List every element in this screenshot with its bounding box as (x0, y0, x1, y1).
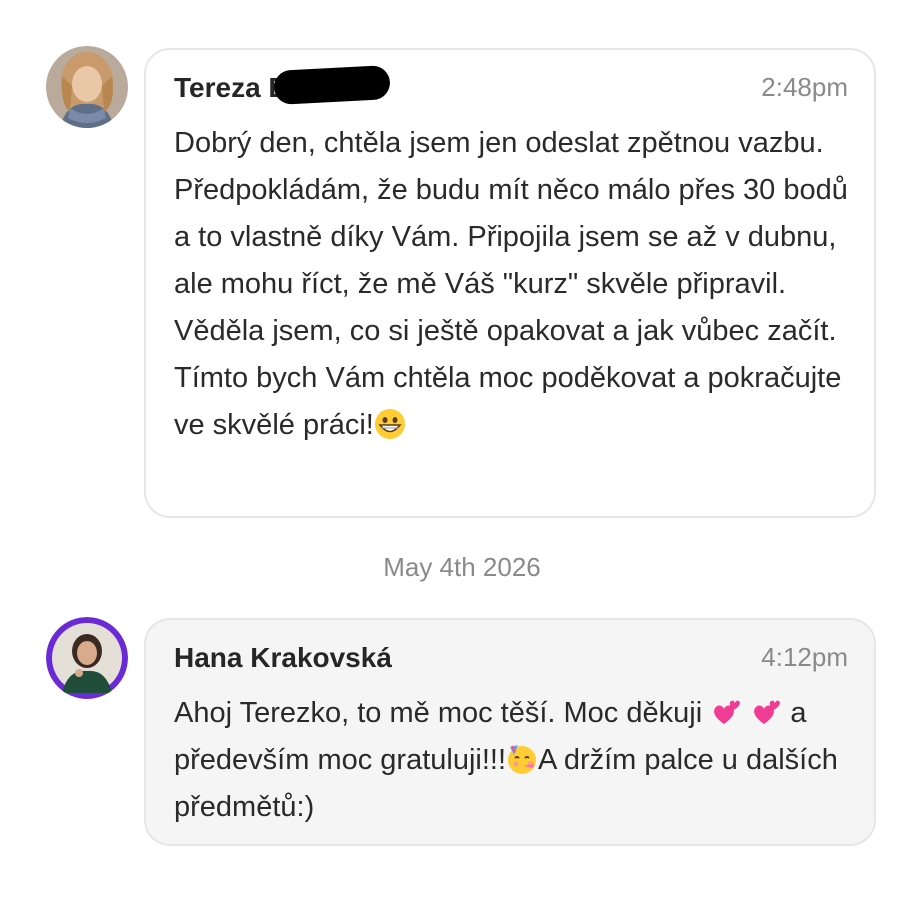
sender-name[interactable]: Hana Krakovská (174, 642, 392, 674)
avatar-image (46, 617, 128, 699)
redaction-mark (273, 64, 391, 106)
message-bubble-1: Tereza Bu 2:48pm Dobrý den, chtěla jsem … (144, 48, 876, 518)
avatar-image (46, 46, 128, 128)
grinning-face-icon (374, 409, 405, 439)
message-time: 2:48pm (761, 72, 848, 102)
two-hearts-icon (754, 700, 781, 724)
partying-face-icon (508, 745, 537, 774)
message-text: Dobrý den, chtěla jsem jen odeslat zpětn… (174, 120, 850, 449)
avatar-tereza[interactable] (46, 46, 128, 128)
message-text-body: Dobrý den, chtěla jsem jen odeslat zpětn… (174, 127, 848, 441)
date-separator: May 4th 2026 (383, 552, 541, 582)
avatar-hana[interactable] (46, 617, 128, 699)
message-text-part-1: Ahoj Terezko, to mě moc těší. Moc děkuji (174, 697, 711, 729)
message-time: 4:12pm (761, 642, 848, 672)
message-bubble-2: Hana Krakovská 4:12pm Ahoj Terezko, to m… (144, 618, 876, 846)
two-hearts-icon (714, 700, 741, 724)
message-text: Ahoj Terezko, to mě moc těší. Moc děkuji… (174, 690, 850, 831)
